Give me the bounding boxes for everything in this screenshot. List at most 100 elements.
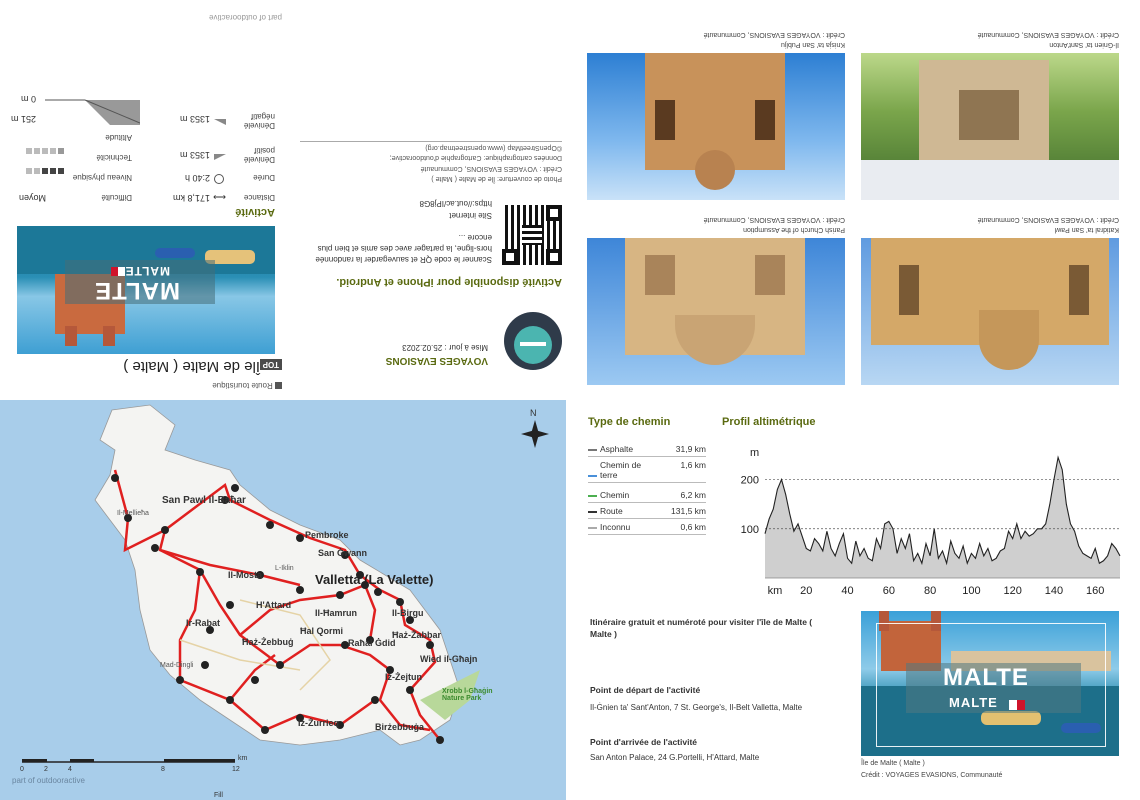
scale-12: 12	[232, 766, 240, 773]
scale-2: 2	[44, 766, 48, 773]
photo-caption-stpaul: Katidral ta' San Pawl	[1054, 226, 1119, 233]
xtick-20: 20	[800, 585, 812, 597]
place-san-pawl: San Pawl il-Baħar	[162, 495, 246, 506]
qr-code[interactable]	[502, 205, 562, 265]
compass-icon	[521, 420, 549, 448]
malta-flag-icon	[111, 267, 125, 276]
top-badge: TOP	[259, 359, 282, 370]
page-title: Île de Malte ( Malte )	[123, 358, 260, 375]
place-zurrieq: Iż-Żurrieq	[298, 718, 340, 728]
qr-text: Scanner le code QR et sauvegarder la ran…	[315, 233, 492, 264]
category-label: Route touristique	[212, 381, 282, 390]
page-label: Fill	[214, 792, 223, 799]
profile-area	[765, 457, 1120, 578]
photo-caption-santanton: Il-Ġnien ta' Sant'Anton	[1049, 41, 1119, 48]
photo-publju	[587, 53, 845, 200]
place-san-gwann: San Ġwann	[318, 548, 368, 558]
place-qormi: Ħal Qormi	[300, 626, 344, 636]
alt-min: 0 m	[20, 94, 36, 104]
altitude-label: Altitude	[105, 133, 132, 142]
distance-label: Distance	[243, 193, 275, 202]
path-row-terre: Chemin de terre 1,6 km	[588, 460, 706, 483]
path-row-inconnu: Inconnu 0,6 km	[588, 522, 706, 535]
part-of-outdooractive: part of outdooractive	[209, 13, 282, 22]
place-birzebbuga: Birżebbuġa	[375, 722, 425, 732]
technique-dots	[26, 143, 64, 161]
duration-label: Durée	[253, 173, 275, 182]
cover-credit-2: Crédit : VOYAGES EVASIONS, Communauté	[420, 165, 562, 172]
place-attard: H'Attard	[256, 600, 292, 610]
start-value: Il-Ġnien ta' Sant'Anton, 7 St. George's,…	[590, 703, 803, 712]
updated-date: Mise à jour : 25.02.2023	[402, 343, 488, 352]
elev-neg-label: Dénivelé négatif	[243, 112, 275, 130]
y-axis-label: m	[750, 447, 759, 459]
place-rabat: Ir-Rabat	[186, 618, 221, 628]
photo-santanton	[861, 53, 1119, 200]
place-zabbar: Ħaż-Żabbar	[392, 630, 442, 640]
path-row-chemin: Chemin 6,2 km	[588, 490, 706, 503]
north-label: N	[530, 408, 537, 418]
clock-icon	[214, 174, 224, 184]
uphill-icon	[214, 154, 226, 160]
place-dingli: Mad-Dingli	[160, 662, 194, 669]
path-row-asphalte: Asphalte 31,9 km	[588, 444, 706, 457]
info-photo-text: MALTE	[943, 664, 1029, 691]
map-panel[interactable]: N San Pawl il-Baħar Il-Mellieħa Pembroke…	[0, 400, 566, 800]
photo-credit-publju: Crédit : VOYAGES EVASIONS, Communauté	[703, 31, 845, 38]
ytick-200: 200	[741, 475, 759, 487]
elev-neg-value: 1353 m	[179, 114, 210, 124]
alt-max: 251 m	[10, 114, 36, 124]
elevation-chart: 100 200 m km 20 40 60 80 100 120 140 160	[741, 447, 1121, 597]
photo-credit-assumption: Crédit : VOYAGES EVASIONS, Communauté	[703, 216, 845, 223]
place-mellieha: Il-Mellieħa	[117, 510, 149, 517]
info-photo-text-2: MALTE	[949, 695, 998, 710]
path-types-title: Type de chemin	[588, 416, 671, 428]
place-pembroke: Pembroke	[305, 530, 349, 540]
app-heading: Activité disponible pour iPhone et Andro…	[336, 276, 562, 288]
photo-caption-assumption: Parish Church of the Assumption	[743, 226, 845, 233]
place-mosta: Il-Mosta	[228, 570, 263, 580]
elev-pos-value: 1353 m	[179, 150, 210, 160]
xtick-40: 40	[841, 585, 853, 597]
top-middle-panel: VOYAGES EVASIONS Mise à jour : 25.02.202…	[290, 0, 572, 400]
place-rahal-gdid: Raħal Ġdid	[348, 638, 396, 648]
xtick-120: 120	[1003, 585, 1021, 597]
top-left-panel: part of outdooractive TOP Île de Malte (…	[0, 0, 290, 400]
difficulty-value: Moyen	[18, 193, 46, 203]
place-xrobb: Xrobb l-Għaġin Nature Park	[442, 688, 493, 702]
site-url[interactable]: https://out.ac/IPj8G8	[420, 199, 492, 208]
site-label: Site internet	[449, 211, 492, 220]
scale-4: 4	[68, 766, 72, 773]
altitude-mini-chart	[45, 99, 140, 125]
ytick-100: 100	[741, 524, 759, 536]
cover-text-2: MALTE	[124, 264, 170, 278]
author-name: VOYAGES EVASIONS	[385, 355, 488, 366]
xtick-80: 80	[924, 585, 936, 597]
path-types-panel: Type de chemin Asphalte 31,9 km Chemin d…	[588, 416, 706, 546]
photo-credit-santanton: Crédit : VOYAGES EVASIONS, Communauté	[977, 31, 1119, 38]
xtick-140: 140	[1045, 585, 1063, 597]
distance-icon: ⟷	[213, 192, 226, 202]
scale-0: 0	[20, 766, 24, 773]
place-hamrun: Il-Ħamrun	[315, 608, 358, 618]
place-birgu: Il-Birgu	[392, 608, 424, 618]
place-valletta: Valletta (La Valette)	[315, 572, 434, 587]
duration-value: 2:40 h	[184, 173, 210, 183]
activity-heading: Activité	[235, 206, 275, 218]
end-label: Point d'arrivée de l'activité	[590, 737, 698, 747]
scale-8: 8	[161, 766, 165, 773]
elev-pos-label: Dénivelé positif	[243, 146, 275, 164]
info-photo: MALTE MALTE	[861, 611, 1119, 756]
end-value: San Anton Palace, 24 G.Portelli, H'Attar…	[590, 753, 760, 762]
xtick-100: 100	[962, 585, 980, 597]
profile-title: Profil altimétrique	[722, 416, 816, 428]
difficulty-label: Difficulté	[101, 193, 132, 202]
cover-credit: Photo de couverture: Île de Malte ( Malt…	[431, 175, 562, 182]
info-photo-caption: Île de Malte ( Malte )	[861, 760, 925, 767]
distance-value: 171,8 km	[172, 193, 210, 203]
photo-stpaul	[861, 238, 1119, 385]
technique-label: Technicité	[96, 153, 132, 162]
logo-icon	[504, 312, 562, 370]
x-axis-label: km	[768, 585, 783, 597]
start-label: Point de départ de l'activité	[590, 685, 701, 695]
